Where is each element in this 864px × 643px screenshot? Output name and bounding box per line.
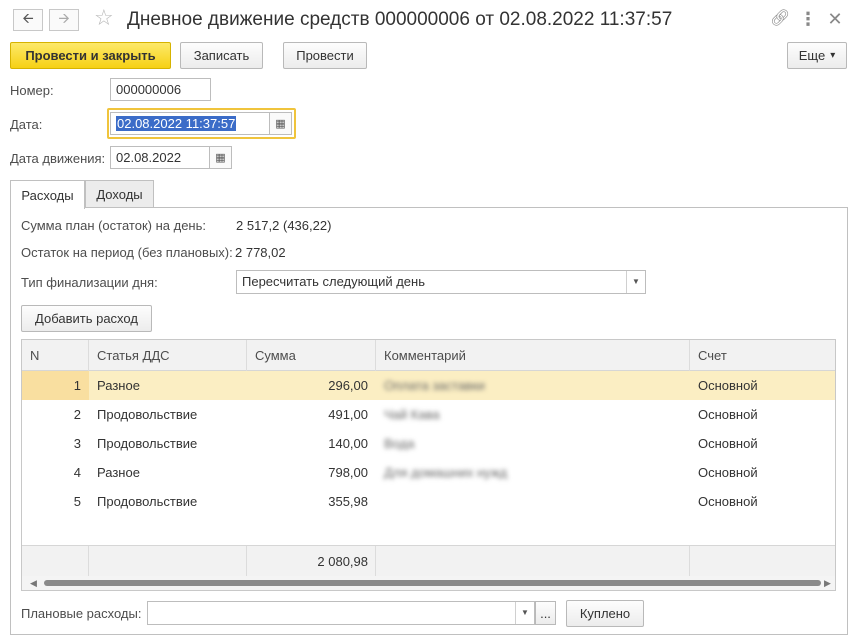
scroll-right-icon[interactable]: ▶	[824, 577, 831, 589]
add-expense-button[interactable]: Добавить расход	[21, 305, 152, 332]
cell-sum: 491,00	[328, 407, 368, 422]
cell-article: Разное	[97, 465, 140, 480]
column-header-article[interactable]: Статья ДДС	[89, 340, 247, 371]
table-header: N Статья ДДС Сумма Комментарий Счет	[22, 340, 835, 371]
arrow-right-icon: 🡪	[58, 10, 70, 26]
planned-expenses-label: Плановые расходы:	[21, 606, 142, 621]
cell-comment	[384, 487, 684, 516]
planned-expenses-select[interactable]: ▼	[147, 601, 535, 625]
cell-account: Основной	[698, 436, 758, 451]
cell-sum: 140,00	[328, 436, 368, 451]
cell-article: Продовольствие	[97, 436, 198, 451]
table-row[interactable]: 1 Разное 296,00 Оплата заставки Основной	[22, 371, 835, 400]
cell-sum: 798,00	[328, 465, 368, 480]
cell-comment: Для домашних нужд	[384, 465, 508, 480]
cell-account: Основной	[698, 494, 758, 509]
chevron-down-icon: ▾	[830, 50, 836, 61]
period-balance-value: 2 778,02	[235, 245, 286, 260]
dropdown-arrow-icon[interactable]: ▼	[515, 602, 534, 624]
number-field[interactable]: 000000006	[110, 78, 211, 101]
date-value: 02.08.2022 11:37:57	[116, 116, 237, 131]
scrollbar-thumb[interactable]	[44, 580, 821, 586]
link-icon[interactable]: 🔗︎	[770, 9, 790, 29]
back-button[interactable]: 🡨	[13, 9, 43, 31]
cell-comment: Оплата заставки	[384, 378, 485, 393]
forward-button[interactable]: 🡪	[49, 9, 79, 31]
more-button-label: Еще	[798, 48, 826, 63]
calendar-icon[interactable]: ▦	[270, 112, 292, 135]
cell-article: Продовольствие	[97, 494, 198, 509]
column-header-n[interactable]: N	[22, 340, 89, 371]
table-row[interactable]: 5 Продовольствие 355,98 Основной	[22, 487, 835, 516]
move-date-field[interactable]: 02.08.2022	[110, 146, 210, 169]
close-icon[interactable]: ✕	[826, 9, 844, 29]
post-and-close-button[interactable]: Провести и закрыть	[10, 42, 171, 69]
cell-comment: Вода	[384, 436, 415, 451]
cell-comment: Чай Кава	[384, 407, 440, 422]
cell-sum: 355,98	[328, 494, 368, 509]
move-date-label: Дата движения:	[10, 151, 106, 166]
bought-button[interactable]: Куплено	[566, 600, 644, 627]
save-button[interactable]: Записать	[180, 42, 263, 69]
more-vertical-icon[interactable]: ⋮	[799, 9, 817, 29]
column-header-sum[interactable]: Сумма	[247, 340, 376, 371]
table-row[interactable]: 4 Разное 798,00 Для домашних нужд Основн…	[22, 458, 835, 487]
cell-n: 5	[73, 494, 81, 509]
cell-account: Основной	[698, 407, 758, 422]
plan-sum-label: Сумма план (остаток) на день:	[21, 218, 206, 233]
horizontal-scrollbar[interactable]: ◀ ▶	[22, 576, 835, 590]
scroll-left-icon[interactable]: ◀	[30, 577, 37, 589]
cell-account: Основной	[698, 465, 758, 480]
calendar-icon[interactable]: ▦	[210, 146, 232, 169]
cell-n: 2	[73, 407, 81, 422]
period-balance-label: Остаток на период (без плановых):	[21, 245, 233, 260]
finalization-type-select[interactable]: Пересчитать следующий день ▼	[236, 270, 646, 294]
arrow-left-icon: 🡨	[22, 10, 34, 26]
cell-n: 4	[73, 465, 81, 480]
table-footer: 2 080,98	[22, 545, 835, 577]
cell-article: Разное	[97, 378, 140, 393]
date-label: Дата:	[10, 117, 43, 132]
tab-expenses[interactable]: Расходы	[10, 180, 85, 209]
table-row[interactable]: 2 Продовольствие 491,00 Чай Кава Основно…	[22, 400, 835, 429]
post-button[interactable]: Провести	[283, 42, 367, 69]
date-field[interactable]: 02.08.2022 11:37:57	[110, 112, 270, 135]
select-planned-button[interactable]: ...	[535, 601, 556, 625]
star-icon[interactable]: ☆	[94, 6, 114, 30]
more-button[interactable]: Еще ▾	[787, 42, 847, 69]
cell-sum: 296,00	[328, 378, 368, 393]
table-row[interactable]: 3 Продовольствие 140,00 Вода Основной	[22, 429, 835, 458]
cell-n: 3	[73, 436, 81, 451]
column-header-account[interactable]: Счет	[690, 340, 835, 371]
expenses-table[interactable]: N Статья ДДС Сумма Комментарий Счет 1 Ра…	[21, 339, 836, 591]
column-header-comment[interactable]: Комментарий	[376, 340, 690, 371]
cell-account: Основной	[698, 378, 758, 393]
dropdown-arrow-icon[interactable]: ▼	[626, 271, 645, 293]
window-title: Дневное движение средств 000000006 от 02…	[127, 9, 673, 30]
tab-income[interactable]: Доходы	[85, 180, 154, 208]
number-label: Номер:	[10, 83, 54, 98]
plan-sum-value: 2 517,2 (436,22)	[236, 218, 332, 233]
finalization-type-value: Пересчитать следующий день	[242, 274, 425, 289]
cell-article: Продовольствие	[97, 407, 198, 422]
cell-n: 1	[22, 371, 89, 400]
finalization-type-label: Тип финализации дня:	[21, 275, 158, 290]
